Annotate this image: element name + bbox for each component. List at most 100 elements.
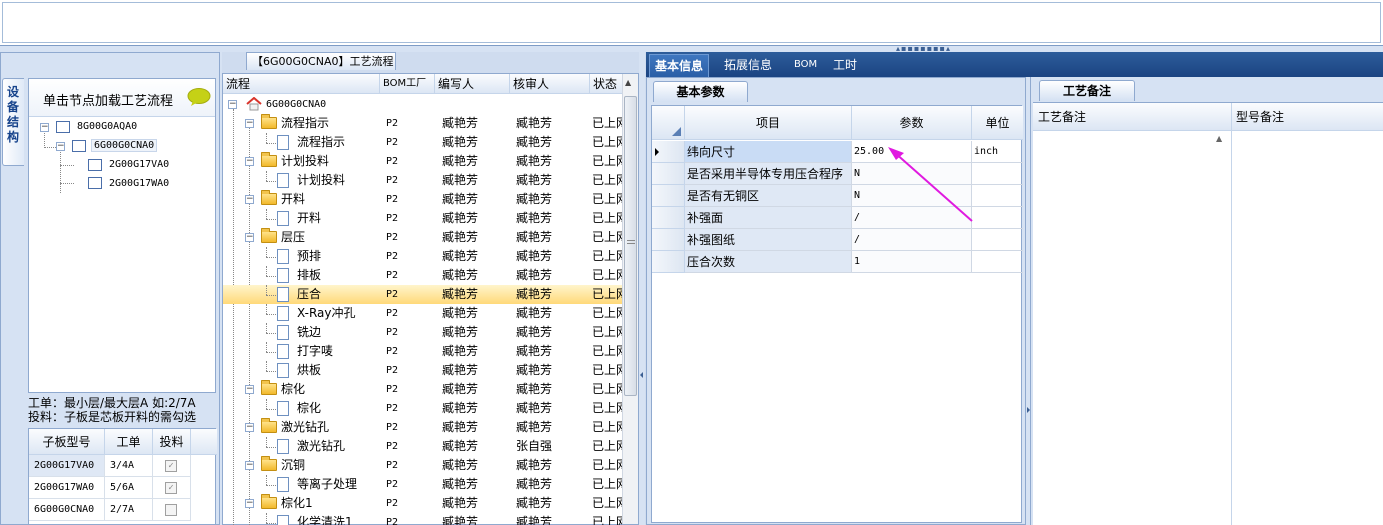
param-item[interactable]: 补强图纸 bbox=[685, 229, 852, 251]
tree-collapse-toggle[interactable]: − bbox=[228, 100, 237, 109]
column-header-status[interactable]: 状态 bbox=[590, 74, 622, 94]
tab-process-remark[interactable]: 工艺备注 bbox=[1039, 80, 1135, 101]
scrollbar-thumb[interactable] bbox=[624, 96, 637, 396]
column-header-feed[interactable]: 投料 bbox=[153, 429, 191, 455]
column-header-model-remark[interactable]: 型号备注 bbox=[1233, 107, 1284, 127]
tree-collapse-toggle[interactable]: − bbox=[245, 385, 254, 394]
tab-basic-info[interactable]: 基本信息 bbox=[649, 54, 710, 77]
process-writer: 臧艳芳 bbox=[442, 116, 479, 130]
column-header-order[interactable]: 工单 bbox=[105, 429, 153, 455]
row-header[interactable] bbox=[652, 207, 685, 229]
column-header-param[interactable]: 参数 bbox=[852, 106, 972, 140]
tree-collapse-toggle[interactable]: − bbox=[245, 423, 254, 432]
process-row[interactable]: − 棕化 P2 臧艳芳 臧艳芳 已上网 bbox=[223, 380, 622, 399]
tree-collapse-toggle[interactable]: − bbox=[245, 157, 254, 166]
process-row[interactable]: − 激光钻孔 P2 臧艳芳 臧艳芳 已上网 bbox=[223, 418, 622, 437]
tree-collapse-toggle[interactable]: − bbox=[56, 142, 65, 151]
column-header-bom[interactable]: BOM工厂 bbox=[380, 74, 435, 94]
process-row[interactable]: 流程指示 P2 臧艳芳 臧艳芳 已上网 bbox=[223, 133, 622, 152]
process-row[interactable]: − 流程指示 P2 臧艳芳 臧艳芳 已上网 bbox=[223, 114, 622, 133]
middle-splitter[interactable] bbox=[639, 52, 645, 525]
column-header-unit[interactable]: 单位 bbox=[972, 106, 1023, 140]
param-value[interactable]: 1 bbox=[852, 251, 972, 273]
tree-collapse-toggle[interactable]: − bbox=[245, 499, 254, 508]
tab-work-hours[interactable]: 工时 bbox=[828, 54, 862, 77]
process-row[interactable]: − 开料 P2 臧艳芳 臧艳芳 已上网 bbox=[223, 190, 622, 209]
row-header[interactable] bbox=[652, 185, 685, 207]
sub-grid-model-cell[interactable]: 6G00G0CNA0 bbox=[29, 499, 105, 521]
param-item[interactable]: 纬向尺寸 bbox=[685, 141, 852, 163]
tree-node-2G00G17VA0[interactable]: 2G00G17VA0 bbox=[109, 159, 169, 170]
process-row[interactable]: 排板 P2 臧艳芳 臧艳芳 已上网 bbox=[223, 266, 622, 285]
param-item[interactable]: 补强面 bbox=[685, 207, 852, 229]
process-row[interactable]: 压合 P2 臧艳芳 臧艳芳 已上网 bbox=[223, 285, 622, 304]
tab-extended-info[interactable]: 拓展信息 bbox=[719, 54, 777, 77]
column-header-process[interactable]: 流程 bbox=[223, 74, 380, 94]
vertical-tab-structure[interactable]: 设备结构 bbox=[2, 78, 24, 166]
tab-bom[interactable]: BOM bbox=[789, 54, 822, 77]
process-row[interactable]: − 层压 P2 臧艳芳 臧艳芳 已上网 bbox=[223, 228, 622, 247]
process-row[interactable]: 激光钻孔 P2 臧艳芳 张自强 已上网 bbox=[223, 437, 622, 456]
process-title-tab[interactable]: 【6G00G0CNA0】工艺流程 bbox=[246, 52, 396, 70]
param-row[interactable]: 压合次数 1 bbox=[652, 251, 1023, 273]
process-row[interactable]: − 计划投料 P2 臧艳芳 臧艳芳 已上网 bbox=[223, 152, 622, 171]
feed-checkbox[interactable]: ✓ bbox=[165, 460, 177, 472]
scroll-up-icon[interactable]: ▲ bbox=[1216, 134, 1222, 143]
sub-grid-model-cell[interactable]: 2G00G17VA0 bbox=[29, 455, 105, 477]
tree-collapse-toggle[interactable]: − bbox=[245, 233, 254, 242]
process-row[interactable]: 计划投料 P2 臧艳芳 臧艳芳 已上网 bbox=[223, 171, 622, 190]
column-header-model[interactable]: 子板型号 bbox=[29, 429, 105, 455]
process-row[interactable]: 化学清洗1 P2 臧艳芳 臧艳芳 已上网 bbox=[223, 513, 622, 525]
process-status: 已上网 bbox=[592, 382, 622, 396]
param-row[interactable]: 补强图纸 / bbox=[652, 229, 1023, 251]
param-item[interactable]: 是否采用半导体专用压合程序 bbox=[685, 163, 852, 185]
process-row[interactable]: 棕化 P2 臧艳芳 臧艳芳 已上网 bbox=[223, 399, 622, 418]
process-status: 已上网 bbox=[592, 211, 622, 225]
feed-checkbox[interactable]: ✓ bbox=[165, 482, 177, 494]
column-header-item[interactable]: 项目 bbox=[685, 106, 852, 140]
process-grid-scrollbar[interactable]: ▲ bbox=[622, 74, 638, 524]
column-header-process-remark[interactable]: 工艺备注 bbox=[1035, 107, 1086, 127]
tree-collapse-toggle[interactable]: − bbox=[40, 123, 49, 132]
feed-checkbox[interactable] bbox=[165, 504, 177, 516]
sub-grid-order-cell[interactable]: 2/7A bbox=[105, 499, 153, 521]
process-row[interactable]: 预排 P2 臧艳芳 臧艳芳 已上网 bbox=[223, 247, 622, 266]
tree-node-6G00G0CNA0[interactable]: 6G00G0CNA0 bbox=[91, 139, 158, 152]
process-row[interactable]: 等离子处理 P2 臧艳芳 臧艳芳 已上网 bbox=[223, 475, 622, 494]
process-row[interactable]: − 沉铜 P2 臧艳芳 臧艳芳 已上网 bbox=[223, 456, 622, 475]
param-value[interactable]: / bbox=[852, 229, 972, 251]
param-unit[interactable] bbox=[972, 185, 1023, 207]
tree-collapse-toggle[interactable]: − bbox=[245, 119, 254, 128]
scroll-up-icon[interactable]: ▲ bbox=[625, 78, 631, 87]
row-header[interactable] bbox=[652, 251, 685, 273]
param-unit[interactable] bbox=[972, 163, 1023, 185]
sub-grid-model-cell[interactable]: 2G00G17WA0 bbox=[29, 477, 105, 499]
row-header[interactable] bbox=[652, 163, 685, 185]
process-row[interactable]: 铣边 P2 臧艳芳 臧艳芳 已上网 bbox=[223, 323, 622, 342]
param-unit[interactable]: inch bbox=[972, 141, 1023, 163]
sub-grid-order-cell[interactable]: 5/6A bbox=[105, 477, 153, 499]
tab-basic-params[interactable]: 基本参数 bbox=[653, 81, 748, 102]
process-row[interactable]: 烘板 P2 臧艳芳 臧艳芳 已上网 bbox=[223, 361, 622, 380]
param-item[interactable]: 压合次数 bbox=[685, 251, 852, 273]
column-header-reviewer[interactable]: 核审人 bbox=[510, 74, 590, 94]
param-unit[interactable] bbox=[972, 229, 1023, 251]
splitter-grip-icon[interactable]: ▴▪▪▪▪▪▪▪▴ bbox=[896, 45, 950, 53]
tree-collapse-toggle[interactable]: − bbox=[245, 195, 254, 204]
tree-node-8G00G0AQA0[interactable]: 8G00G0AQA0 bbox=[77, 121, 137, 132]
process-row[interactable]: 开料 P2 臧艳芳 臧艳芳 已上网 bbox=[223, 209, 622, 228]
process-remark-textarea[interactable] bbox=[1035, 133, 1229, 525]
process-row[interactable]: X-Ray冲孔 P2 臧艳芳 臧艳芳 已上网 bbox=[223, 304, 622, 323]
row-header[interactable] bbox=[652, 141, 685, 163]
process-root-row[interactable]: − 6G00G0CNA0 bbox=[223, 95, 622, 114]
column-header-writer[interactable]: 编写人 bbox=[435, 74, 510, 94]
process-row[interactable]: 打字唛 P2 臧艳芳 臧艳芳 已上网 bbox=[223, 342, 622, 361]
tree-collapse-toggle[interactable]: − bbox=[245, 461, 254, 470]
param-unit[interactable] bbox=[972, 207, 1023, 229]
tree-node-2G00G17WA0[interactable]: 2G00G17WA0 bbox=[109, 178, 169, 189]
param-unit[interactable] bbox=[972, 251, 1023, 273]
row-header[interactable] bbox=[652, 229, 685, 251]
sub-grid-order-cell[interactable]: 3/4A bbox=[105, 455, 153, 477]
param-item[interactable]: 是否有无铜区 bbox=[685, 185, 852, 207]
process-row[interactable]: − 棕化1 P2 臧艳芳 臧艳芳 已上网 bbox=[223, 494, 622, 513]
